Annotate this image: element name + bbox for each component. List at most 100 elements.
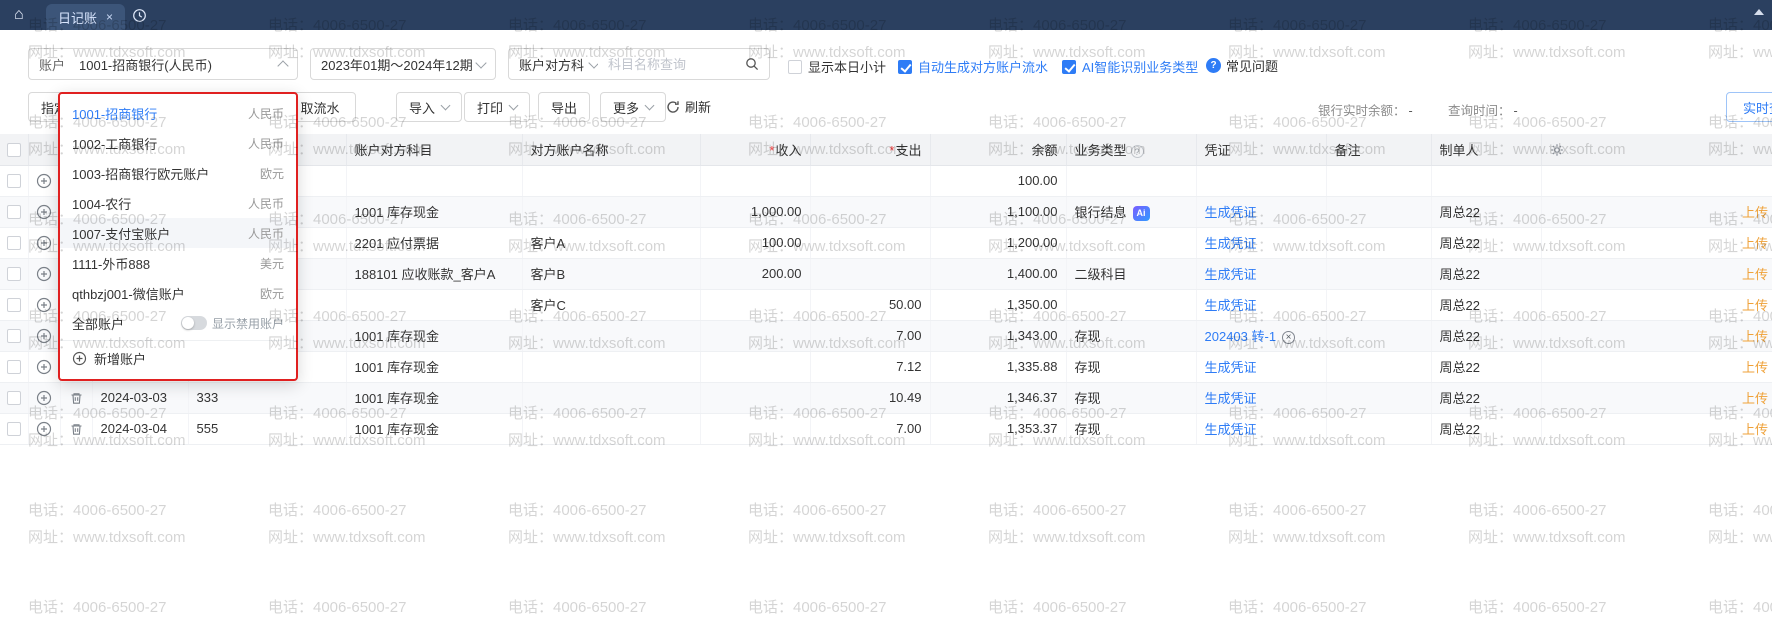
home-icon[interactable]: ⌂ [14, 5, 24, 25]
collapse-icon[interactable] [1754, 9, 1764, 15]
account-option[interactable]: 1001-招商银行人民币 [60, 98, 296, 128]
print-button[interactable]: 打印 [464, 92, 530, 122]
upload-link[interactable]: 上传 [1742, 267, 1768, 282]
cell-biz [1066, 227, 1196, 258]
add-row-icon[interactable] [36, 235, 52, 251]
row-checkbox[interactable] [7, 360, 21, 374]
biz-type-label: 存现 [1075, 422, 1101, 437]
daily-subtotal-checkbox[interactable]: 显示本日小计 [788, 57, 886, 76]
generate-voucher-link[interactable]: 生成凭证 [1205, 267, 1257, 282]
add-account-button[interactable]: 新增账户 [60, 340, 296, 375]
cell-checkbox [0, 320, 28, 351]
cell-doc: 333 [188, 382, 346, 413]
add-row-icon[interactable] [36, 390, 52, 406]
generate-voucher-link[interactable]: 生成凭证 [1205, 422, 1257, 437]
export-button[interactable]: 导出 [538, 92, 590, 122]
auto-flow-checkbox[interactable]: 自动生成对方账户流水 [898, 57, 1048, 76]
row-checkbox[interactable] [7, 205, 21, 219]
delete-row-icon[interactable] [69, 391, 84, 406]
upload-link[interactable]: 上传 [1742, 236, 1768, 251]
realtime-query-label: 实时查询 [1743, 98, 1772, 117]
faq-link[interactable]: ? 常见问题 [1206, 56, 1278, 75]
row-checkbox[interactable] [7, 391, 21, 405]
refresh-button[interactable]: 刷新 [666, 97, 711, 116]
history-icon[interactable] [132, 8, 147, 26]
select-all-checkbox[interactable] [7, 143, 21, 157]
account-option-currency: 人民币 [248, 225, 284, 242]
cell-add [28, 165, 60, 196]
plus-circle-icon [72, 351, 87, 366]
account-option[interactable]: 1004-农行人民币 [60, 188, 296, 218]
upload-link[interactable]: 上传 [1742, 298, 1768, 313]
add-row-icon[interactable] [36, 421, 52, 437]
tab-close-icon[interactable]: × [106, 10, 113, 24]
generate-voucher-link[interactable]: 生成凭证 [1205, 205, 1257, 220]
row-checkbox[interactable] [7, 422, 21, 436]
checkbox-icon [788, 60, 802, 74]
ai-icon: Ai [1133, 206, 1150, 221]
import-button[interactable]: 导入 [396, 92, 462, 122]
generate-voucher-link[interactable]: 生成凭证 [1205, 391, 1257, 406]
row-checkbox[interactable] [7, 174, 21, 188]
subject-type-select[interactable]: 账户对方科 [519, 55, 598, 74]
add-row-icon[interactable] [36, 266, 52, 282]
cell-note [1326, 289, 1431, 320]
all-accounts-label[interactable]: 全部账户 [72, 314, 124, 333]
ai-recognize-checkbox[interactable]: AI智能识别业务类型 [1062, 57, 1198, 76]
account-option[interactable]: 1111-外币888美元 [60, 248, 296, 278]
cell-checkbox [0, 165, 28, 196]
row-checkbox[interactable] [7, 236, 21, 250]
col-label-note: 备注 [1335, 143, 1361, 158]
row-checkbox[interactable] [7, 329, 21, 343]
add-row-icon[interactable] [36, 204, 52, 220]
add-row-icon[interactable] [36, 297, 52, 313]
subject-search-input[interactable] [606, 56, 737, 73]
tab-journal[interactable]: 日记账 × [46, 4, 125, 30]
upload-link[interactable]: 上传 [1742, 205, 1768, 220]
cell-expense: 7.12 [810, 351, 930, 382]
add-row-icon[interactable] [36, 359, 52, 375]
cell-maker: 周总22 [1431, 382, 1541, 413]
upload-link[interactable]: 上传 [1742, 360, 1768, 375]
row-checkbox[interactable] [7, 267, 21, 281]
row-checkbox[interactable] [7, 298, 21, 312]
generate-voucher-link[interactable]: 生成凭证 [1205, 360, 1257, 375]
info-icon[interactable]: ? [1131, 145, 1144, 158]
period-select[interactable]: 2023年01期～2024年12期 [310, 48, 496, 80]
generate-voucher-link[interactable]: 生成凭证 [1205, 236, 1257, 251]
column-settings-icon[interactable] [1550, 143, 1564, 157]
remove-voucher-icon[interactable]: × [1282, 331, 1295, 344]
cell-expense [810, 165, 930, 196]
cell-checkbox [0, 196, 28, 227]
journal-page: ⌂ 日记账 × 账户 1001-招商银行(人民币) 2023年01期～2024年… [0, 0, 1772, 618]
cell-biz [1066, 165, 1196, 196]
account-select[interactable]: 账户 1001-招商银行(人民币) [28, 48, 298, 80]
account-option[interactable]: 1003-招商银行欧元账户欧元 [60, 158, 296, 188]
cell-note [1326, 196, 1431, 227]
cell-biz: 存现 [1066, 382, 1196, 413]
voucher-link[interactable]: 202403 转-1 [1205, 329, 1277, 344]
import-label: 导入 [409, 98, 435, 117]
show-disabled-toggle[interactable] [181, 316, 207, 330]
account-option[interactable]: 1002-工商银行人民币 [60, 128, 296, 158]
upload-link[interactable]: 上传 [1742, 329, 1768, 344]
cell-biz: 存现 [1066, 413, 1196, 444]
search-icon[interactable] [745, 57, 759, 71]
add-row-icon[interactable] [36, 173, 52, 189]
watermark: 电话：4006-6500-27网址：www.tdxsoft.com [748, 497, 906, 551]
upload-link[interactable]: 上传 [1742, 422, 1768, 437]
cell-maker: 周总22 [1431, 413, 1541, 444]
generate-voucher-link[interactable]: 生成凭证 [1205, 298, 1257, 313]
account-option[interactable]: qthbzj001-微信账户欧元 [60, 278, 296, 308]
more-button[interactable]: 更多 [600, 92, 666, 122]
add-row-icon[interactable] [36, 328, 52, 344]
watermark: 电话：4006-6500-27网址：www.tdxsoft.com [1468, 594, 1626, 618]
chevron-down-icon [475, 57, 486, 68]
cell-expense: 7.00 [810, 320, 930, 351]
account-dropdown-list: 1001-招商银行人民币1002-工商银行人民币1003-招商银行欧元账户欧元1… [60, 98, 296, 308]
realtime-query-button[interactable]: 实时查询 [1726, 92, 1772, 122]
delete-row-icon[interactable] [69, 422, 84, 437]
cell-maker: 周总22 [1431, 351, 1541, 382]
upload-link[interactable]: 上传 [1742, 391, 1768, 406]
account-option[interactable]: 1007-支付宝账户人民币 [60, 218, 296, 248]
